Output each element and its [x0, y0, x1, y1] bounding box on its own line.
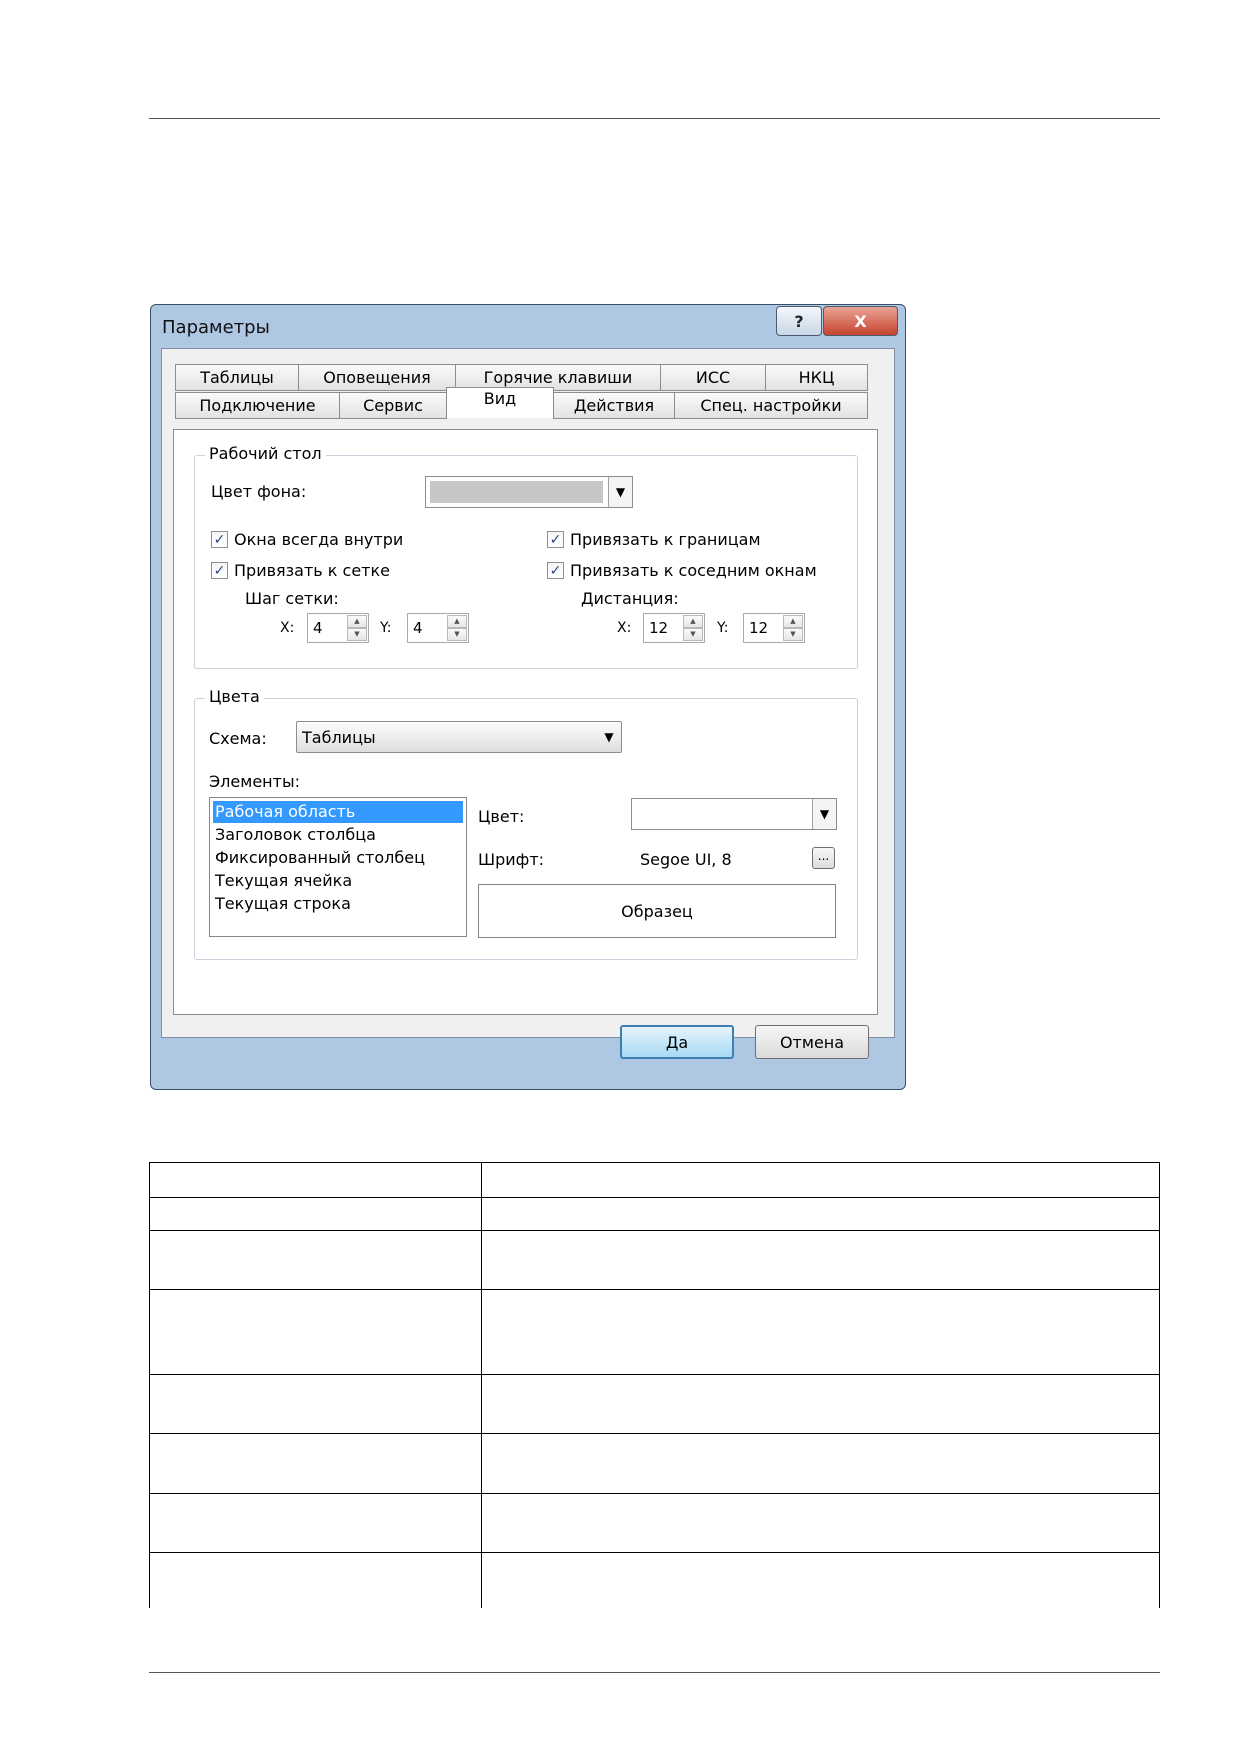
scheme-select[interactable]: Таблицы ▼: [296, 721, 622, 753]
distance-x-label: X:: [617, 620, 632, 636]
checkbox-windows-inside[interactable]: ✓ Окна всегда внутри: [211, 530, 403, 549]
grid-y-label: Y:: [380, 620, 392, 636]
dialog-body: Таблицы Оповещения Горячие клавиши ИСС Н…: [161, 348, 895, 1038]
spin-down-icon[interactable]: ▼: [347, 628, 367, 641]
font-value: Segoe UI, 8: [640, 850, 732, 869]
bg-color-swatch: [430, 481, 603, 503]
spin-down-icon[interactable]: ▼: [683, 628, 703, 641]
spin-up-icon[interactable]: ▲: [783, 615, 803, 628]
chevron-down-icon[interactable]: ▼: [608, 477, 632, 507]
table-row: [149, 1197, 1160, 1231]
grid-step-label: Шаг сетки:: [245, 589, 339, 608]
spin-down-icon[interactable]: ▼: [783, 628, 803, 641]
grid-x-label: X:: [280, 620, 295, 636]
colors-group: Цвета Схема: Таблицы ▼ Элементы: Рабочая…: [194, 687, 858, 960]
check-icon: ✓: [211, 562, 228, 579]
tab-special-settings[interactable]: Спец. настройки: [674, 392, 868, 419]
chevron-down-icon[interactable]: ▼: [597, 722, 621, 752]
tab-actions[interactable]: Действия: [553, 392, 675, 419]
distance-y-label: Y:: [717, 620, 729, 636]
list-item[interactable]: Заголовок столбца: [213, 824, 463, 846]
elements-list[interactable]: Рабочая область Заголовок столбца Фиксир…: [209, 797, 467, 937]
view-tab-panel: Рабочий стол Цвет фона: ▼ ✓ Окна всегда …: [173, 429, 878, 1015]
tab-connection[interactable]: Подключение: [175, 392, 340, 419]
close-button[interactable]: X: [823, 306, 898, 336]
list-item[interactable]: Фиксированный столбец: [213, 847, 463, 869]
close-icon: X: [854, 311, 867, 331]
cancel-button[interactable]: Отмена: [755, 1025, 869, 1059]
bg-color-combo[interactable]: ▼: [425, 476, 633, 508]
page-footer-rule: [149, 1672, 1160, 1673]
desktop-group: Рабочий стол Цвет фона: ▼ ✓ Окна всегда …: [194, 444, 858, 669]
table-row: [149, 1433, 1160, 1494]
distance-label: Дистанция:: [581, 589, 679, 608]
checkbox-snap-grid[interactable]: ✓ Привязать к сетке: [211, 561, 390, 580]
distance-y-stepper[interactable]: 12 ▲ ▼: [743, 613, 805, 643]
empty-table: [149, 1162, 1160, 1608]
grid-y-stepper[interactable]: 4 ▲ ▼: [407, 613, 469, 643]
list-item[interactable]: Текущая строка: [213, 893, 463, 915]
list-item[interactable]: Рабочая область: [213, 801, 463, 823]
colors-group-legend: Цвета: [205, 687, 264, 706]
element-color-combo[interactable]: ▼: [631, 798, 837, 830]
ok-button[interactable]: Да: [620, 1025, 734, 1059]
tab-tables[interactable]: Таблицы: [175, 364, 299, 391]
help-icon: ?: [794, 311, 804, 331]
elements-label: Элементы:: [209, 772, 300, 791]
list-item[interactable]: Текущая ячейка: [213, 870, 463, 892]
spin-down-icon[interactable]: ▼: [447, 628, 467, 641]
table-row: [149, 1289, 1160, 1375]
tab-notifications[interactable]: Оповещения: [298, 364, 456, 391]
spin-up-icon[interactable]: ▲: [347, 615, 367, 628]
font-label: Шрифт:: [478, 850, 545, 869]
checkbox-snap-neighbors[interactable]: ✓ Привязать к соседним окнам: [547, 561, 817, 580]
table-row: [149, 1493, 1160, 1553]
table-row: [149, 1230, 1160, 1290]
check-icon: ✓: [547, 531, 564, 548]
tab-iss[interactable]: ИСС: [660, 364, 766, 391]
chevron-down-icon[interactable]: ▼: [812, 799, 836, 829]
tab-view[interactable]: Вид: [446, 387, 554, 418]
checkbox-snap-borders[interactable]: ✓ Привязать к границам: [547, 530, 761, 549]
grid-x-stepper[interactable]: 4 ▲ ▼: [307, 613, 369, 643]
table-row: [149, 1162, 1160, 1198]
help-button[interactable]: ?: [776, 306, 822, 336]
color-label: Цвет:: [478, 807, 525, 826]
bg-color-label: Цвет фона:: [211, 482, 307, 501]
spin-up-icon[interactable]: ▲: [447, 615, 467, 628]
desktop-group-legend: Рабочий стол: [205, 444, 326, 463]
distance-x-stepper[interactable]: 12 ▲ ▼: [643, 613, 705, 643]
dialog-title: Параметры: [162, 317, 270, 338]
table-row: [149, 1374, 1160, 1434]
spin-up-icon[interactable]: ▲: [683, 615, 703, 628]
table-row: [149, 1552, 1160, 1608]
page-header-rule: [149, 118, 1160, 119]
font-browse-button[interactable]: ...: [812, 847, 835, 869]
scheme-label: Схема:: [209, 729, 267, 748]
tab-nkc[interactable]: НКЦ: [765, 364, 868, 391]
settings-dialog: Параметры ? X Таблицы Оповещения Горячие…: [150, 304, 906, 1090]
check-icon: ✓: [211, 531, 228, 548]
sample-preview: Образец: [478, 884, 836, 938]
check-icon: ✓: [547, 562, 564, 579]
tab-service[interactable]: Сервис: [339, 392, 447, 419]
